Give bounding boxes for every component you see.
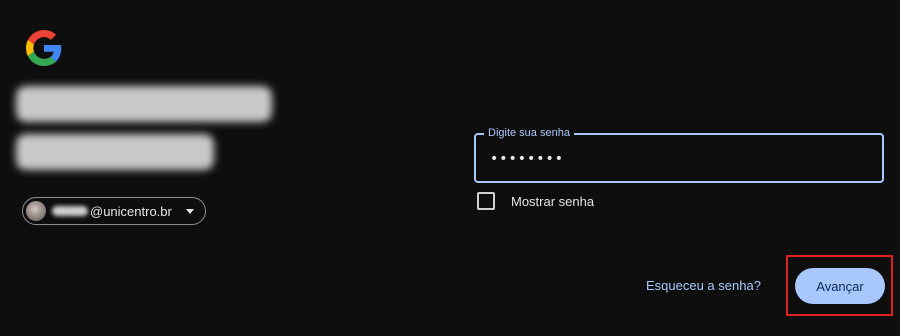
forgot-password-link[interactable]: Esqueceu a senha? <box>646 278 761 293</box>
password-field[interactable]: Digite sua senha <box>474 126 884 183</box>
password-field-label: Digite sua senha <box>484 126 574 140</box>
email-local-part-redacted <box>52 206 88 216</box>
account-email-domain: @unicentro.br <box>90 203 172 219</box>
show-password-label[interactable]: Mostrar senha <box>511 194 594 209</box>
password-input[interactable] <box>488 145 872 173</box>
show-password-checkbox[interactable] <box>477 192 495 210</box>
show-password-toggle[interactable]: Mostrar senha <box>477 192 594 210</box>
account-name-redacted <box>16 86 284 186</box>
signin-card: @unicentro.br Digite sua senha Mostrar s… <box>0 0 900 336</box>
chevron-down-icon <box>185 208 194 214</box>
google-g-icon <box>26 30 62 66</box>
avatar <box>26 201 46 221</box>
account-chooser-chip[interactable]: @unicentro.br <box>22 197 206 225</box>
next-button[interactable]: Avançar <box>795 268 885 304</box>
